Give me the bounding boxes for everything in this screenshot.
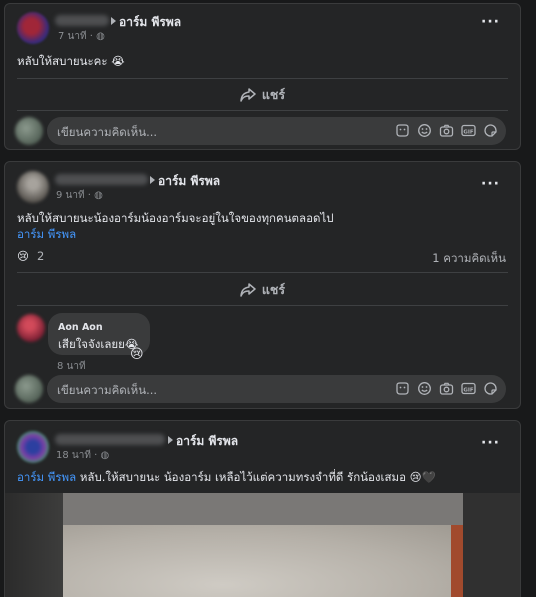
- sticker-face-icon[interactable]: [483, 381, 498, 396]
- gif-icon[interactable]: GIF: [461, 123, 476, 138]
- post-text: อาร์ม พีรพล หลับ.ให้สบายนะ น้องอาร์ม เหล…: [17, 470, 436, 484]
- commenter-avatar[interactable]: [17, 314, 45, 342]
- comment-reaction[interactable]: 😢: [130, 347, 144, 362]
- photo-right-dark: [463, 493, 520, 597]
- photo-right-accent: [451, 525, 463, 597]
- current-user-avatar: [15, 375, 43, 403]
- comment-text: เสียใจจังเลยย😭: [58, 337, 139, 351]
- divider: [17, 272, 508, 273]
- divider: [17, 110, 508, 111]
- post-card: อาร์ม พีรพล 7 นาที · ◍ ··· หลับให้สบายนะ…: [4, 3, 521, 150]
- more-dots-icon[interactable]: ···: [481, 14, 500, 30]
- divider: [17, 305, 508, 306]
- emoji-icon[interactable]: [417, 123, 432, 138]
- post-card: อาร์ม พีรพล 9 นาที · ◍ ··· หลับให้สบายนะ…: [4, 161, 521, 409]
- caret-right-icon: [111, 17, 116, 25]
- mention-link[interactable]: อาร์ม พีรพล: [17, 226, 76, 244]
- current-user-avatar: [15, 117, 43, 145]
- page-avatar[interactable]: [17, 431, 49, 463]
- page-avatar[interactable]: [17, 171, 49, 203]
- sticker-icon[interactable]: [395, 123, 410, 138]
- post-timestamp[interactable]: 18 นาที · ◍: [56, 448, 109, 463]
- globe-icon: ◍: [96, 31, 105, 42]
- camera-icon[interactable]: [439, 123, 454, 138]
- post-card: อาร์ม พีรพล 18 นาที · ◍ ··· อาร์ม พีรพล …: [4, 420, 521, 597]
- more-dots-icon[interactable]: ···: [481, 435, 500, 451]
- photo-wall: [63, 525, 463, 597]
- comment-timestamp[interactable]: 8 นาที: [57, 359, 86, 374]
- share-button[interactable]: แชร์: [5, 85, 520, 105]
- reaction-summary[interactable]: 😢 2: [17, 249, 44, 263]
- globe-icon: ◍: [94, 190, 103, 201]
- page-name[interactable]: อาร์ม พีรพล: [150, 172, 220, 191]
- sticker-face-icon[interactable]: [483, 123, 498, 138]
- sticker-icon[interactable]: [395, 381, 410, 396]
- blurred-author-name: [55, 174, 148, 185]
- photo-left-dark: [5, 493, 63, 597]
- camera-icon[interactable]: [439, 381, 454, 396]
- comment-count[interactable]: 1 ความคิดเห็น: [432, 250, 506, 268]
- blurred-author-name: [55, 15, 109, 26]
- svg-text:GIF: GIF: [463, 129, 474, 135]
- post-timestamp[interactable]: 7 นาที · ◍: [58, 29, 105, 44]
- share-arrow-icon: [240, 88, 256, 102]
- svg-text:GIF: GIF: [463, 387, 474, 393]
- comment-author[interactable]: Aon Aon: [58, 322, 103, 333]
- comment-input[interactable]: เขียนความคิดเห็น... GIF: [47, 117, 506, 145]
- gif-icon[interactable]: GIF: [461, 381, 476, 396]
- more-dots-icon[interactable]: ···: [481, 176, 500, 192]
- post-text: หลับให้สบายนะคะ 😭: [17, 54, 125, 68]
- sad-reaction-icon: 😢: [17, 249, 29, 263]
- mention-link[interactable]: อาร์ม พีรพล: [17, 470, 76, 484]
- page-name[interactable]: อาร์ม พีรพล: [111, 13, 181, 32]
- caret-right-icon: [168, 436, 173, 444]
- emoji-icon[interactable]: [417, 381, 432, 396]
- globe-icon: ◍: [100, 450, 110, 461]
- caret-right-icon: [150, 176, 155, 184]
- post-timestamp[interactable]: 9 นาที · ◍: [56, 188, 103, 203]
- share-button[interactable]: แชร์: [5, 280, 520, 300]
- photo-sky: [63, 493, 463, 525]
- divider: [17, 78, 508, 79]
- comment-input[interactable]: เขียนความคิดเห็น... GIF: [47, 375, 506, 403]
- share-arrow-icon: [240, 283, 256, 297]
- page-avatar[interactable]: [17, 12, 49, 44]
- page-name[interactable]: อาร์ม พีรพล: [168, 432, 238, 451]
- post-photo[interactable]: [5, 493, 520, 597]
- blurred-author-name: [55, 434, 165, 445]
